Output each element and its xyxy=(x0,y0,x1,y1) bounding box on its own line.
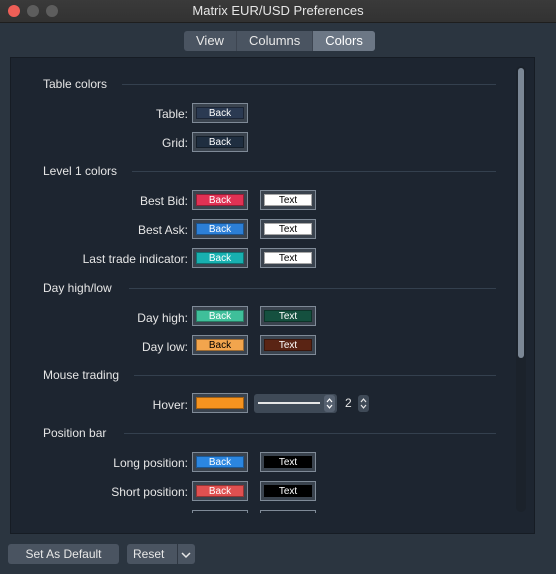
swatch-label: Text xyxy=(278,253,298,264)
tab-view[interactable]: View xyxy=(184,31,237,51)
clipped-swatch xyxy=(260,510,316,513)
swatch-label: Back xyxy=(208,224,232,235)
long-position-text-swatch[interactable]: Text xyxy=(260,452,316,472)
reset-button[interactable]: Reset xyxy=(127,544,195,564)
swatch-label: Back xyxy=(208,311,232,322)
best-bid-text-swatch[interactable]: Text xyxy=(260,190,316,210)
row-label-day-low: Day low: xyxy=(141,340,188,354)
window-title: Matrix EUR/USD Preferences xyxy=(192,3,364,18)
color-fill: Text xyxy=(264,339,312,351)
color-fill: Back xyxy=(196,339,244,351)
swatch-label: Back xyxy=(208,137,232,148)
swatch-label: Back xyxy=(208,457,232,468)
section-divider xyxy=(124,433,496,434)
row-label-best-ask: Best Ask: xyxy=(137,223,188,237)
color-fill: Text xyxy=(264,223,312,235)
color-fill: Back xyxy=(196,310,244,322)
last-trade-back-swatch[interactable]: Back xyxy=(192,248,248,268)
button-divider xyxy=(177,544,178,564)
swatch-label: Back xyxy=(208,253,232,264)
title-bar: Matrix EUR/USD Preferences xyxy=(0,0,556,23)
reset-label: Reset xyxy=(133,547,165,561)
chevron-down-icon[interactable] xyxy=(180,548,192,560)
color-fill: Text xyxy=(264,456,312,468)
swatch-label: Text xyxy=(278,195,298,206)
long-position-back-swatch[interactable]: Back xyxy=(192,452,248,472)
tab-columns[interactable]: Columns xyxy=(237,31,314,51)
day-low-text-swatch[interactable]: Text xyxy=(260,335,316,355)
scrollbar-thumb[interactable] xyxy=(518,68,524,358)
color-fill: Back xyxy=(196,223,244,235)
section-divider xyxy=(129,288,496,289)
row-label-grid: Grid: xyxy=(161,136,188,150)
swatch-label: Text xyxy=(278,224,298,235)
row-label-hover: Hover: xyxy=(152,398,188,412)
row-label-table: Table: xyxy=(155,107,188,121)
swatch-label: Back xyxy=(208,108,232,119)
color-fill: Text xyxy=(264,485,312,497)
swatch-label: Back xyxy=(208,195,232,206)
color-fill: Back xyxy=(196,252,244,264)
color-fill: Back xyxy=(196,456,244,468)
color-fill: Text xyxy=(264,252,312,264)
section-divider xyxy=(134,375,496,376)
line-style-preview xyxy=(258,402,320,404)
section-title-table-colors: Table colors xyxy=(43,77,108,91)
day-high-text-swatch[interactable]: Text xyxy=(260,306,316,326)
tab-bar: View Columns Colors xyxy=(184,31,375,51)
best-ask-text-swatch[interactable]: Text xyxy=(260,219,316,239)
line-style-stepper-icon[interactable] xyxy=(324,395,335,412)
grid-back-swatch[interactable]: Back xyxy=(192,132,248,152)
color-fill: Text xyxy=(264,310,312,322)
row-label-last-trade: Last trade indicator: xyxy=(82,252,188,266)
row-label-short-position: Short position: xyxy=(111,485,188,499)
row-label-long-position: Long position: xyxy=(113,456,188,470)
short-position-back-swatch[interactable]: Back xyxy=(192,481,248,501)
stepper-arrows-icon[interactable] xyxy=(358,395,369,412)
section-divider xyxy=(122,84,496,85)
clipped-row xyxy=(180,510,330,514)
day-high-back-swatch[interactable]: Back xyxy=(192,306,248,326)
color-fill: Back xyxy=(196,136,244,148)
hover-color-swatch[interactable] xyxy=(192,393,248,413)
table-back-swatch[interactable]: Back xyxy=(192,103,248,123)
line-thickness-value: 2 xyxy=(345,396,352,410)
swatch-label: Text xyxy=(278,340,298,351)
tab-colors[interactable]: Colors xyxy=(313,31,375,51)
section-title-day-high-low: Day high/low xyxy=(43,281,112,295)
line-style-select[interactable] xyxy=(254,394,337,413)
row-label-day-high: Day high: xyxy=(137,311,188,325)
color-fill: Back xyxy=(196,107,244,119)
clipped-swatch xyxy=(192,510,248,513)
swatch-label: Text xyxy=(278,486,298,497)
swatch-label: Text xyxy=(278,457,298,468)
color-fill xyxy=(196,397,244,409)
color-fill: Back xyxy=(196,485,244,497)
section-title-level1-colors: Level 1 colors xyxy=(43,164,118,178)
best-ask-back-swatch[interactable]: Back xyxy=(192,219,248,239)
swatch-label: Back xyxy=(208,486,232,497)
swatch-label: Text xyxy=(278,311,298,322)
color-fill: Back xyxy=(196,194,244,206)
short-position-text-swatch[interactable]: Text xyxy=(260,481,316,501)
best-bid-back-swatch[interactable]: Back xyxy=(192,190,248,210)
day-low-back-swatch[interactable]: Back xyxy=(192,335,248,355)
swatch-label: Back xyxy=(208,340,232,351)
section-title-position-bar: Position bar xyxy=(43,426,107,440)
row-label-best-bid: Best Bid: xyxy=(139,194,188,208)
set-as-default-button[interactable]: Set As Default xyxy=(8,544,119,564)
section-title-mouse-trading: Mouse trading xyxy=(43,368,120,382)
last-trade-text-swatch[interactable]: Text xyxy=(260,248,316,268)
color-fill: Text xyxy=(264,194,312,206)
line-thickness-stepper[interactable]: 2 xyxy=(341,394,373,413)
section-divider xyxy=(132,171,496,172)
